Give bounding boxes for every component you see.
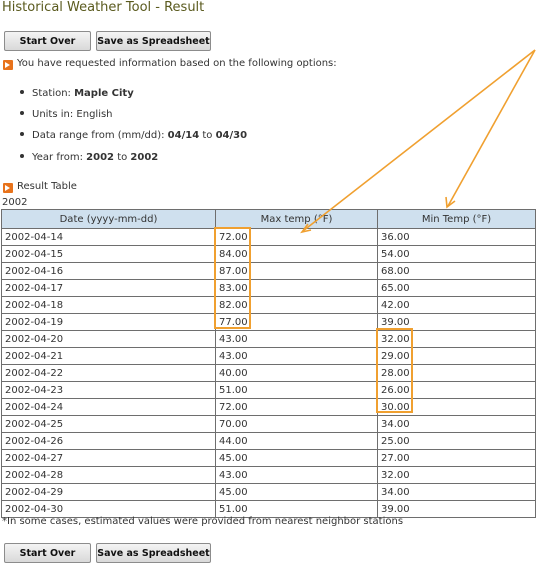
option-units: Units in: English xyxy=(20,109,113,120)
min-temp-cell: 32.00 xyxy=(377,466,536,484)
table-row: 2002-04-21 43.00 29.00 xyxy=(1,347,536,365)
min-temp-cell: 36.00 xyxy=(377,228,536,246)
min-temp-cell: 54.00 xyxy=(377,245,536,263)
intro-text: You have requested information based on … xyxy=(17,58,337,69)
max-temp-cell: 45.00 xyxy=(215,483,378,501)
min-temp-cell: 28.00 xyxy=(377,364,536,382)
min-temp-cell: 65.00 xyxy=(377,279,536,297)
table-row: 2002-04-15 84.00 54.00 xyxy=(1,245,536,263)
min-temp-cell: 68.00 xyxy=(377,262,536,280)
list-bullet-icon xyxy=(20,111,24,115)
date-cell: 2002-04-29 xyxy=(1,483,216,501)
column-header-date: Date (yyyy-mm-dd) xyxy=(1,209,216,229)
date-cell: 2002-04-19 xyxy=(1,313,216,331)
orange-arrow-bullet-icon xyxy=(3,60,13,70)
annotation-arrow-min xyxy=(447,49,536,207)
date-cell: 2002-04-14 xyxy=(1,228,216,246)
max-temp-cell: 72.00 xyxy=(215,228,378,246)
orange-arrow-bullet-icon xyxy=(3,183,13,193)
start-over-button-bottom[interactable]: Start Over xyxy=(4,543,91,563)
annotation-arrowhead-min xyxy=(445,196,456,209)
table-row: 2002-04-16 87.00 68.00 xyxy=(1,262,536,280)
date-cell: 2002-04-15 xyxy=(1,245,216,263)
date-cell: 2002-04-24 xyxy=(1,398,216,416)
max-temp-cell: 51.00 xyxy=(215,500,378,518)
annotation-arrow-max xyxy=(302,49,536,232)
option-year: Year from: 2002 to 2002 xyxy=(20,152,158,163)
column-header-max-temp: Max temp (°F) xyxy=(215,209,378,229)
year-caption: 2002 xyxy=(2,197,28,208)
max-temp-cell: 45.00 xyxy=(215,449,378,467)
date-cell: 2002-04-25 xyxy=(1,415,216,433)
min-temp-cell: 34.00 xyxy=(377,483,536,501)
min-temp-cell: 29.00 xyxy=(377,347,536,365)
date-cell: 2002-04-27 xyxy=(1,449,216,467)
table-row: 2002-04-19 77.00 39.00 xyxy=(1,313,536,331)
list-bullet-icon xyxy=(20,90,24,94)
table-row: 2002-04-22 40.00 28.00 xyxy=(1,364,536,382)
list-bullet-icon xyxy=(20,132,24,136)
table-row: 2002-04-29 45.00 34.00 xyxy=(1,483,536,501)
result-table-heading: Result Table xyxy=(17,181,77,192)
table-row: 2002-04-17 83.00 65.00 xyxy=(1,279,536,297)
table-row: 2002-04-14 72.00 36.00 xyxy=(1,228,536,246)
table-row: 2002-04-18 82.00 42.00 xyxy=(1,296,536,314)
min-temp-cell: 26.00 xyxy=(377,381,536,399)
option-date-range: Data range from (mm/dd): 04/14 to 04/30 xyxy=(20,130,247,141)
max-temp-cell: 70.00 xyxy=(215,415,378,433)
min-temp-cell: 39.00 xyxy=(377,313,536,331)
date-cell: 2002-04-21 xyxy=(1,347,216,365)
option-station: Station: Maple City xyxy=(20,88,134,99)
footnote: *In some cases, estimated values were pr… xyxy=(2,516,404,527)
results-table: Date (yyyy-mm-dd) Max temp (°F) Min Temp… xyxy=(1,209,536,518)
date-cell: 2002-04-23 xyxy=(1,381,216,399)
table-row: 2002-04-20 43.00 32.00 xyxy=(1,330,536,348)
table-row: 2002-04-26 44.00 25.00 xyxy=(1,432,536,450)
date-cell: 2002-04-22 xyxy=(1,364,216,382)
table-header-row: Date (yyyy-mm-dd) Max temp (°F) Min Temp… xyxy=(1,209,536,229)
table-row: 2002-04-24 72.00 30.00 xyxy=(1,398,536,416)
date-cell: 2002-04-16 xyxy=(1,262,216,280)
max-temp-cell: 44.00 xyxy=(215,432,378,450)
table-row: 2002-04-27 45.00 27.00 xyxy=(1,449,536,467)
list-bullet-icon xyxy=(20,154,24,158)
save-spreadsheet-button[interactable]: Save as Spreadsheet xyxy=(96,31,211,51)
max-temp-cell: 82.00 xyxy=(215,296,378,314)
page-title: Historical Weather Tool - Result xyxy=(2,0,205,15)
date-cell: 2002-04-17 xyxy=(1,279,216,297)
max-temp-cell: 72.00 xyxy=(215,398,378,416)
max-temp-cell: 87.00 xyxy=(215,262,378,280)
max-temp-cell: 51.00 xyxy=(215,381,378,399)
max-temp-cell: 40.00 xyxy=(215,364,378,382)
date-cell: 2002-04-28 xyxy=(1,466,216,484)
min-temp-cell: 30.00 xyxy=(377,398,536,416)
min-temp-cell: 27.00 xyxy=(377,449,536,467)
column-header-min-temp: Min Temp (°F) xyxy=(377,209,536,229)
min-temp-cell: 32.00 xyxy=(377,330,536,348)
min-temp-cell: 42.00 xyxy=(377,296,536,314)
date-cell: 2002-04-20 xyxy=(1,330,216,348)
start-over-button[interactable]: Start Over xyxy=(4,31,91,51)
table-row: 2002-04-25 70.00 34.00 xyxy=(1,415,536,433)
max-temp-cell: 83.00 xyxy=(215,279,378,297)
date-cell: 2002-04-30 xyxy=(1,500,216,518)
table-row: 2002-04-23 51.00 26.00 xyxy=(1,381,536,399)
min-temp-cell: 25.00 xyxy=(377,432,536,450)
table-row: 2002-04-28 43.00 32.00 xyxy=(1,466,536,484)
max-temp-cell: 43.00 xyxy=(215,466,378,484)
min-temp-cell: 34.00 xyxy=(377,415,536,433)
max-temp-cell: 43.00 xyxy=(215,347,378,365)
save-spreadsheet-button-bottom[interactable]: Save as Spreadsheet xyxy=(96,543,211,563)
max-temp-cell: 43.00 xyxy=(215,330,378,348)
max-temp-cell: 84.00 xyxy=(215,245,378,263)
date-cell: 2002-04-18 xyxy=(1,296,216,314)
min-temp-cell: 39.00 xyxy=(377,500,536,518)
table-row: 2002-04-30 51.00 39.00 xyxy=(1,500,536,518)
date-cell: 2002-04-26 xyxy=(1,432,216,450)
max-temp-cell: 77.00 xyxy=(215,313,378,331)
